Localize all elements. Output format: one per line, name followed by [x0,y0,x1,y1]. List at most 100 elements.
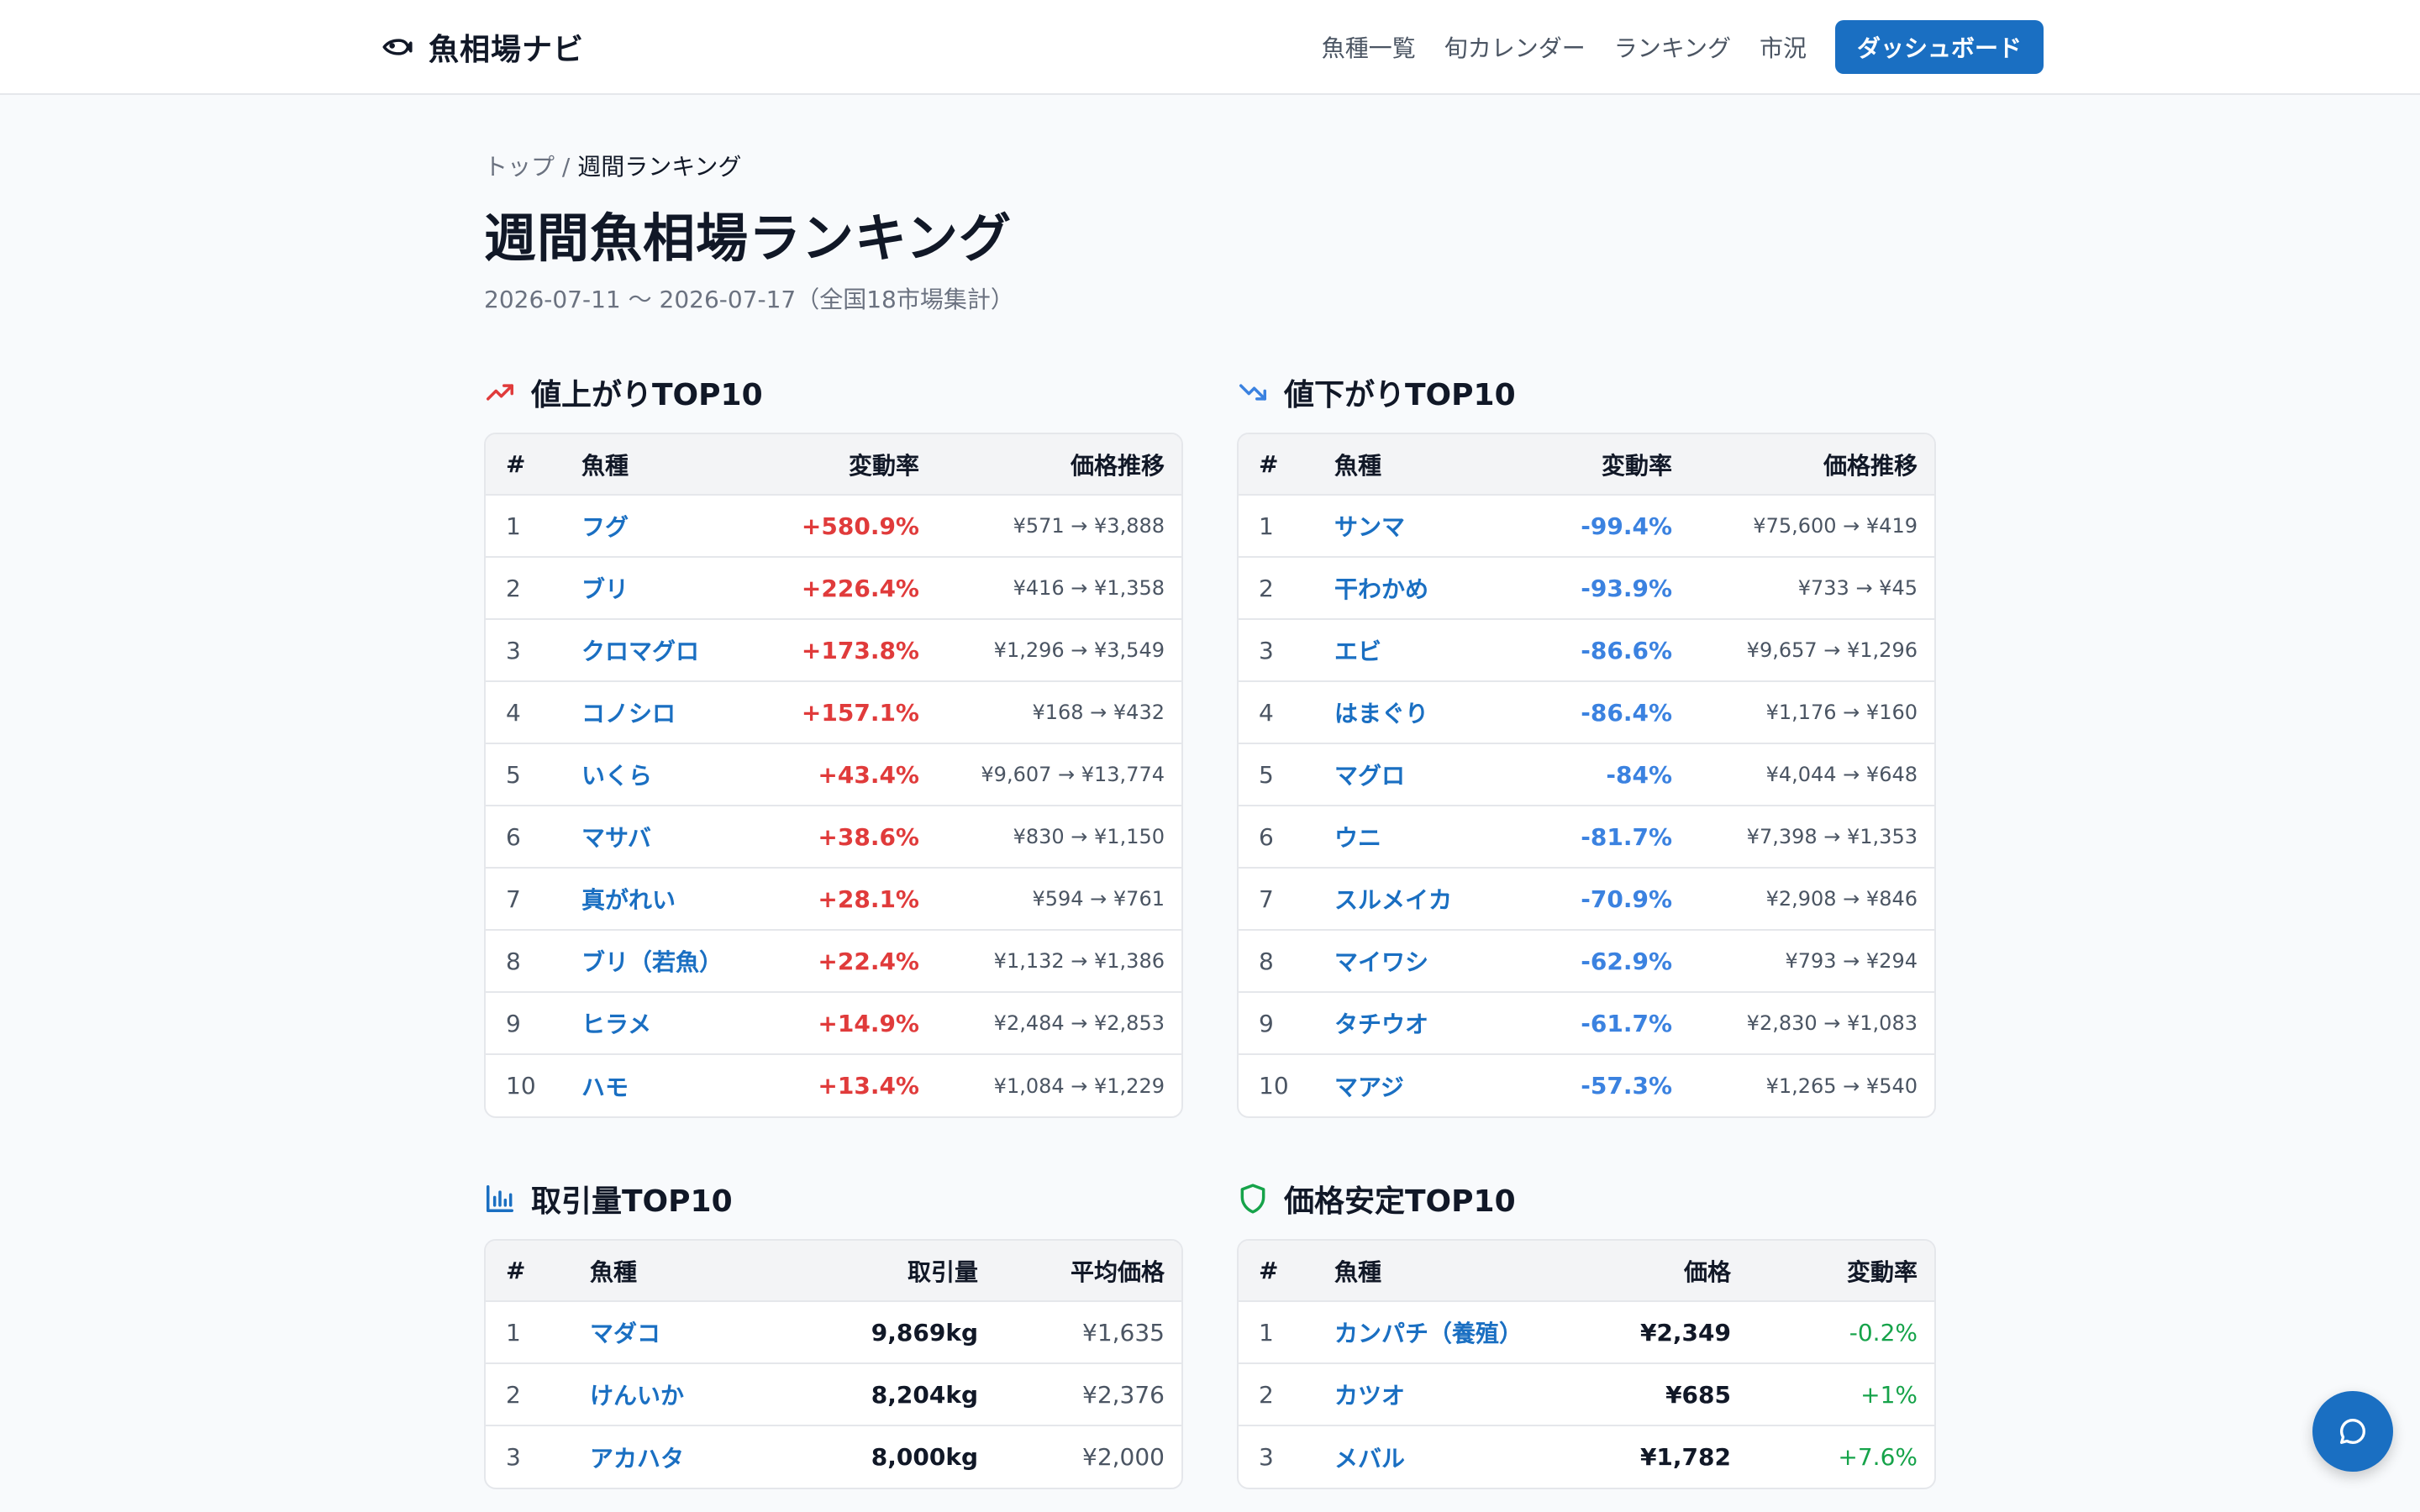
fish-link[interactable]: エビ [1314,619,1507,682]
chat-button[interactable] [2312,1391,2393,1472]
rank-cell: 4 [486,681,561,744]
table-row[interactable]: 3 クロマグロ +173.8% ¥1,296 → ¥3,549 [486,619,1181,682]
fish-link[interactable]: マグロ [1314,743,1507,806]
brand[interactable]: 魚相場ナビ [381,22,584,72]
table-row[interactable]: 3 エビ -86.6% ¥9,657 → ¥1,296 [1239,619,1934,682]
chat-bubble-icon [2340,1418,2365,1444]
fish-link[interactable]: カツオ [1314,1363,1583,1426]
rank-cell: 9 [486,992,561,1055]
table-row[interactable]: 10 マアジ -57.3% ¥1,265 → ¥540 [1239,1054,1934,1116]
fish-link[interactable]: マダコ [570,1301,788,1364]
nav-ranking[interactable]: ランキング [1614,30,1731,64]
price-trend-cell: ¥1,084 → ¥1,229 [993,1074,1165,1098]
table-row[interactable]: 4 はまぐり -86.4% ¥1,176 → ¥160 [1239,681,1934,744]
table-row[interactable]: 7 スルメイカ -70.9% ¥2,908 → ¥846 [1239,868,1934,931]
fish-link[interactable]: マアジ [1314,1054,1507,1116]
table-row[interactable]: 6 ウニ -81.7% ¥7,398 → ¥1,353 [1239,806,1934,869]
bar-chart-icon [487,1185,513,1212]
table-row[interactable]: 2 ブリ +226.4% ¥416 → ¥1,358 [486,557,1181,620]
nav-market[interactable]: 市況 [1760,30,1807,64]
fish-link[interactable]: タチウオ [1314,992,1507,1055]
fish-link[interactable]: ハモ [561,1054,755,1116]
rank-cell: 10 [1259,1072,1289,1100]
fish-link[interactable]: はまぐり [1314,681,1507,744]
rank-cell: 3 [506,1443,521,1471]
table-row[interactable]: 6 マサバ +38.6% ¥830 → ¥1,150 [486,806,1181,869]
fish-link[interactable]: 真がれい [561,868,755,931]
fish-link[interactable]: サンマ [1314,495,1507,558]
price-trend-cell: ¥1,296 → ¥3,549 [939,619,1181,682]
table-row[interactable]: 9 ヒラメ +14.9% ¥2,484 → ¥2,853 [486,992,1181,1055]
table-row[interactable]: 1 フグ +580.9% ¥571 → ¥3,888 [486,495,1181,558]
rank-cell: 8 [486,930,561,993]
table-row[interactable]: 1 カンパチ（養殖） ¥2,349 -0.2% [1239,1301,1934,1364]
table-header-row: # 魚種 変動率 価格推移 [486,434,1181,496]
fish-link[interactable]: いくら [561,743,755,806]
fish-link[interactable]: クロマグロ [561,619,755,682]
table-row[interactable]: 2 干わかめ -93.9% ¥733 → ¥45 [1239,557,1934,620]
price-trend-cell: ¥2,484 → ¥2,853 [939,992,1181,1055]
dashboard-button[interactable]: ダッシュボード [1834,20,2044,74]
price-trend-cell: ¥168 → ¥432 [939,681,1181,744]
table-row[interactable]: 3 メバル ¥1,782 +7.6% [1239,1425,1934,1488]
fish-link[interactable]: マイワシ [1314,930,1507,993]
fish-link[interactable]: メバル [1314,1425,1583,1488]
change-cell: -61.7% [1507,992,1692,1055]
table-row[interactable]: 2 けんいか 8,204kg ¥2,376 [486,1363,1181,1426]
fish-link[interactable]: ブリ [561,557,755,620]
fish-link[interactable]: 干わかめ [1314,557,1507,620]
table-row[interactable]: 8 ブリ（若魚） +22.4% ¥1,132 → ¥1,386 [486,930,1181,993]
fish-link[interactable]: けんいか [570,1363,788,1426]
table-row[interactable]: 5 いくら +43.4% ¥9,607 → ¥13,774 [486,743,1181,806]
page-title: 週間魚相場ランキング [484,207,1013,269]
table-header-row: # 魚種 取引量 平均価格 [486,1241,1181,1302]
table-row[interactable]: 5 マグロ -84% ¥4,044 → ¥648 [1239,743,1934,806]
fish-link[interactable]: コノシロ [561,681,755,744]
fish-link[interactable]: マサバ [561,806,755,869]
volume-table: # 魚種 取引量 平均価格 1 マダコ 9,869kg ¥1,635 2 けんいか 8,20… [484,1239,1183,1489]
col-change: 変動率 [755,434,939,496]
fish-link[interactable]: ウニ [1314,806,1507,869]
fish-link[interactable]: アカハタ [570,1425,788,1488]
table-row[interactable]: 7 真がれい +28.1% ¥594 → ¥761 [486,868,1181,931]
change-cell: -99.4% [1507,495,1692,558]
change-cell: +1% [1751,1363,1934,1426]
nav-fish-list[interactable]: 魚種一覧 [1322,30,1416,64]
table-row[interactable]: 9 タチウオ -61.7% ¥2,830 → ¥1,083 [1239,992,1934,1055]
fish-link[interactable]: ヒラメ [561,992,755,1055]
fish-link[interactable]: フグ [561,495,755,558]
section-title: 値上がりTOP10 [531,378,763,412]
breadcrumb-home[interactable]: トップ [484,153,555,181]
col-fish: 魚種 [570,1241,788,1302]
main-nav: 魚種一覧 旬カレンダー ランキング 市況 ダッシュボード [1322,20,2044,74]
breadcrumb: トップ / 週間ランキング [484,149,741,182]
fish-link[interactable]: スルメイカ [1314,868,1507,931]
fish-link[interactable]: カンパチ（養殖） [1314,1301,1583,1364]
table-row[interactable]: 10 ハモ +13.4% ¥1,084 → ¥1,229 [486,1054,1181,1116]
nav-season-calendar[interactable]: 旬カレンダー [1444,30,1586,64]
price-trend-cell: ¥793 → ¥294 [1692,930,1934,993]
table-row[interactable]: 8 マイワシ -62.9% ¥793 → ¥294 [1239,930,1934,993]
table-row[interactable]: 1 サンマ -99.4% ¥75,600 → ¥419 [1239,495,1934,558]
trending-down-icon [1239,384,1266,401]
rank-cell: 5 [486,743,561,806]
col-fish: 魚種 [1314,1241,1583,1302]
table-row[interactable]: 3 アカハタ 8,000kg ¥2,000 [486,1425,1181,1488]
price-trend-cell: ¥416 → ¥1,358 [939,557,1181,620]
rank-cell: 7 [1239,868,1314,931]
table-row[interactable]: 4 コノシロ +157.1% ¥168 → ¥432 [486,681,1181,744]
table-header-row: # 魚種 価格 変動率 [1239,1241,1934,1302]
table-header-row: # 魚種 変動率 価格推移 [1239,434,1934,496]
rank-cell: 2 [1239,1363,1314,1426]
page-subtitle: 2026-07-11 〜 2026-07-17（全国18市場集計） [484,286,1014,313]
avg-price-cell: ¥2,000 [1082,1443,1165,1471]
price-trend-cell: ¥4,044 → ¥648 [1692,743,1934,806]
price-trend-cell: ¥75,600 → ¥419 [1692,495,1934,558]
table-row[interactable]: 2 カツオ ¥685 +1% [1239,1363,1934,1426]
table-row[interactable]: 1 マダコ 9,869kg ¥1,635 [486,1301,1181,1364]
price-cell: ¥1,782 [1639,1443,1731,1471]
col-rank: # [486,434,561,496]
fish-link[interactable]: ブリ（若魚） [561,930,755,993]
price-trend-cell: ¥1,265 → ¥540 [1765,1074,1918,1098]
rank-cell: 6 [486,806,561,869]
